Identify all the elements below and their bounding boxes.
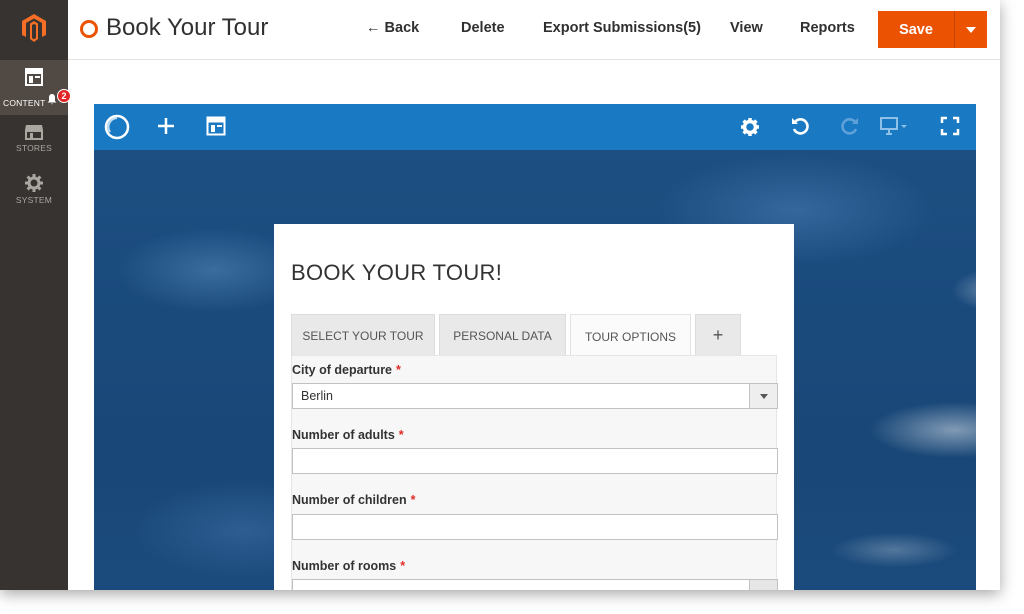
add-tab-button[interactable]: + [695,314,741,356]
settings-gear-icon[interactable] [740,117,760,142]
number-of-children-input[interactable] [292,514,778,540]
field-label-children: Number of children * [292,493,416,507]
field-label-city: City of departure * [292,363,401,377]
save-dropdown-button[interactable] [954,11,987,48]
builder-canvas: BOOK YOUR TOUR! SELECT YOUR TOUR PERSONA… [94,150,976,590]
device-preview-icon[interactable] [880,116,908,141]
required-marker: * [396,363,401,377]
field-label-rooms: Number of rooms * [292,559,406,573]
sidebar-item-stores[interactable]: STORES [0,120,68,166]
circle-icon [80,20,98,38]
delete-button[interactable]: Delete [461,20,505,36]
save-button[interactable]: Save [878,11,954,48]
layout-icon[interactable] [206,116,226,141]
city-of-departure-select[interactable]: Berlin [292,383,778,409]
tab-tour-options[interactable]: TOUR OPTIONS [570,314,691,358]
notification-badge: 2 [57,89,71,103]
view-button[interactable]: View [730,20,763,36]
select-value: Berlin [301,389,333,403]
magento-logo-icon[interactable] [0,0,68,56]
sidebar-item-label: STORES [16,143,52,153]
number-of-adults-input[interactable] [292,448,778,474]
reports-button[interactable]: Reports [800,20,855,36]
builder-toolbar [94,104,976,150]
tab-panel-tour-options: City of departure * Berlin Number of adul… [291,355,778,590]
required-marker: * [398,428,404,442]
form-title: BOOK YOUR TOUR! [291,260,503,285]
tab-select-your-tour[interactable]: SELECT YOUR TOUR [291,314,435,356]
redo-icon [840,116,860,141]
admin-sidebar: CONTENT 2 STORES SYSTEM [0,0,71,590]
required-marker: * [400,559,406,573]
export-submissions-button[interactable]: Export Submissions(5) [543,20,701,36]
field-label-adults: Number of adults * [292,428,404,442]
page-header: Book Your Tour ← Back Delete Export Subm… [68,0,1000,60]
sidebar-item-system[interactable]: SYSTEM [0,170,68,216]
store-icon [25,125,43,140]
back-button[interactable]: ← Back [366,20,419,36]
layout-icon [25,68,43,86]
gear-icon [25,174,43,192]
fullscreen-icon[interactable] [940,116,960,141]
chevron-down-icon[interactable] [749,580,777,590]
required-marker: * [410,493,416,507]
app-window: CONTENT 2 STORES SYSTEM Book Your Tour ←… [0,0,1000,590]
tab-personal-data[interactable]: PERSONAL DATA [439,314,566,356]
page-title: Book Your Tour [106,14,269,41]
undo-icon[interactable] [790,116,810,141]
sidebar-item-label: SYSTEM [15,195,53,205]
chevron-down-icon[interactable] [749,384,777,408]
caret-down-icon [966,26,976,33]
number-of-rooms-select[interactable] [292,579,778,590]
form-card: BOOK YOUR TOUR! SELECT YOUR TOUR PERSONA… [274,224,794,590]
builder-logo-icon[interactable] [104,114,130,145]
add-element-icon[interactable] [156,116,176,141]
